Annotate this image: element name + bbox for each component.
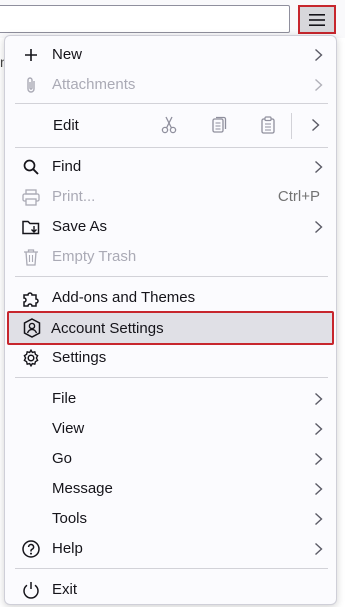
menu-separator <box>15 103 328 104</box>
copy-button[interactable] <box>207 113 231 137</box>
edit-row: Edit <box>9 107 332 143</box>
search-input[interactable] <box>0 5 290 33</box>
chevron-right-icon <box>314 220 323 234</box>
menu-item-file[interactable]: File <box>9 385 332 413</box>
menu-item-label: Account Settings <box>51 320 164 337</box>
menu-item-help[interactable]: Help <box>9 535 332 563</box>
menu-item-save-as[interactable]: Save As <box>9 213 332 241</box>
chevron-right-icon <box>314 452 323 466</box>
menu-item-attachments[interactable]: Attachments <box>9 71 332 99</box>
app-menu-button[interactable] <box>298 5 336 34</box>
account-icon <box>22 318 42 338</box>
menu-item-label: Empty Trash <box>52 248 137 265</box>
menu-item-exit[interactable]: Exit <box>9 576 332 604</box>
chevron-right-icon <box>314 78 323 92</box>
menu-item-view[interactable]: View <box>9 415 332 443</box>
menu-separator <box>15 276 328 277</box>
help-circle-icon <box>21 539 41 559</box>
chevron-right-icon <box>314 160 323 174</box>
menu-item-label: Settings <box>52 349 107 366</box>
menu-item-label: Message <box>52 480 113 497</box>
puzzle-icon <box>21 288 41 308</box>
menu-item-tools[interactable]: Tools <box>9 505 332 533</box>
printer-icon <box>21 187 41 207</box>
trash-icon <box>21 247 41 267</box>
plus-icon <box>21 45 41 65</box>
toolbar <box>0 0 345 38</box>
menu-item-label: Go <box>52 450 73 467</box>
chevron-right-icon <box>314 422 323 436</box>
menu-separator <box>15 568 328 569</box>
chevron-right-icon <box>314 392 323 406</box>
menu-item-account-settings[interactable]: Account Settings <box>7 311 334 345</box>
cut-button[interactable] <box>157 113 181 137</box>
hamburger-icon <box>309 13 325 26</box>
chevron-right-icon <box>314 512 323 526</box>
menu-separator <box>15 147 328 148</box>
print-shortcut: Ctrl+P <box>277 188 320 205</box>
copy-icon <box>212 116 227 133</box>
menu-separator <box>15 377 328 378</box>
chevron-right-icon <box>314 482 323 496</box>
edit-label: Edit <box>53 117 79 134</box>
menu-item-label: Exit <box>52 581 78 598</box>
menu-item-label: File <box>52 390 77 407</box>
menu-item-addons[interactable]: Add-ons and Themes <box>9 284 332 312</box>
menu-item-label: Find <box>52 158 82 175</box>
menu-item-label: New <box>52 46 83 63</box>
edit-row-divider <box>291 113 292 139</box>
menu-item-print[interactable]: Print... Ctrl+P <box>9 183 332 211</box>
chevron-right-icon <box>314 48 323 62</box>
menu-item-new[interactable]: New <box>9 41 332 69</box>
paperclip-icon <box>21 75 41 95</box>
magnifier-icon <box>21 157 41 177</box>
edit-submenu-button[interactable] <box>303 113 327 137</box>
menu-item-label: Help <box>52 540 83 557</box>
save-folder-icon <box>21 217 41 237</box>
gear-icon <box>21 348 41 368</box>
menu-item-settings[interactable]: Settings <box>9 344 332 372</box>
app-menu-panel: New Attachments Edit Find Print... Ctrl+… <box>4 35 337 605</box>
menu-item-find[interactable]: Find <box>9 153 332 181</box>
paste-button[interactable] <box>256 113 280 137</box>
menu-item-empty-trash[interactable]: Empty Trash <box>9 243 332 271</box>
menu-item-label: Attachments <box>52 76 136 93</box>
chevron-right-icon <box>314 542 323 556</box>
menu-item-label: Add-ons and Themes <box>52 289 196 306</box>
menu-item-go[interactable]: Go <box>9 445 332 473</box>
menu-item-label: Print... <box>52 188 96 205</box>
chevron-right-icon <box>311 118 320 132</box>
menu-item-label: Tools <box>52 510 88 527</box>
menu-item-message[interactable]: Message <box>9 475 332 503</box>
scissors-icon <box>161 116 177 134</box>
menu-item-label: Save As <box>52 218 108 235</box>
paste-icon <box>261 116 275 134</box>
power-icon <box>21 580 41 600</box>
menu-item-label: View <box>52 420 85 437</box>
